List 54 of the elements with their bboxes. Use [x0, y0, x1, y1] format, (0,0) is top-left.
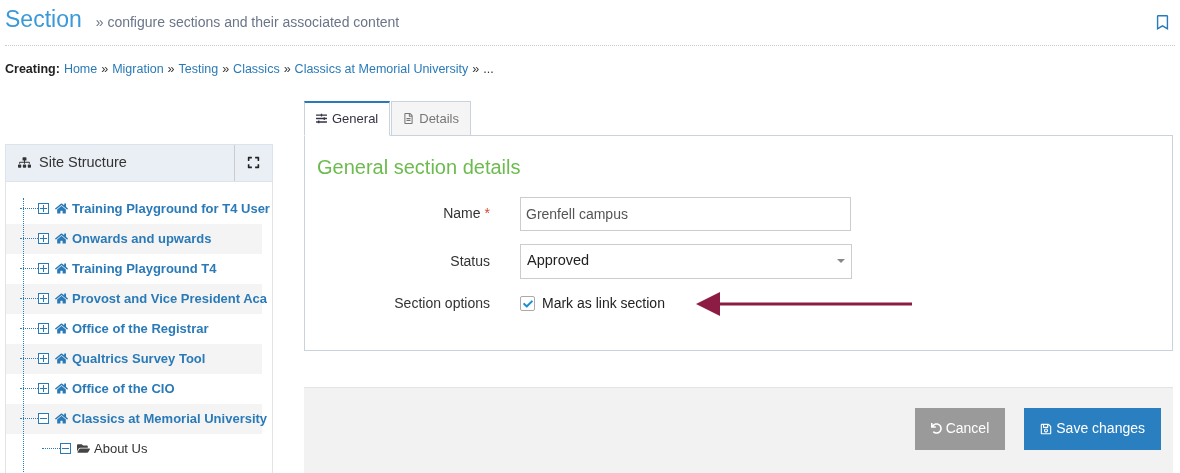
breadcrumb-link[interactable]: Migration	[112, 60, 164, 79]
home-icon	[55, 262, 68, 276]
undo-icon	[930, 423, 942, 435]
checkbox-label[interactable]: Mark as link section	[542, 293, 665, 315]
cancel-button[interactable]: Cancel	[914, 407, 1006, 450]
tab[interactable]: General	[304, 100, 391, 136]
bookmark-icon[interactable]	[1155, 15, 1170, 30]
section-heading: General section details	[317, 154, 522, 180]
page-subtitle: » configure sections and their associated content	[95, 12, 400, 32]
collapse-icon[interactable]	[38, 413, 49, 425]
breadcrumb-link[interactable]: Classics at Memorial University	[294, 60, 469, 79]
sliders-icon	[316, 113, 327, 125]
breadcrumb-separator: »	[167, 61, 175, 78]
breadcrumb-link[interactable]: Classics	[233, 60, 280, 79]
home-icon	[55, 412, 68, 426]
home-icon	[55, 292, 68, 306]
home-icon	[55, 382, 68, 396]
field-label: Name	[443, 205, 481, 222]
save-button[interactable]: Save changes	[1024, 407, 1161, 450]
tree-item[interactable]: Training Playground for T4 User	[72, 199, 270, 219]
home-icon	[55, 322, 68, 336]
breadcrumb-link[interactable]: Home	[63, 60, 98, 79]
breadcrumb-separator: »	[283, 61, 291, 78]
tree-item[interactable]: Office of the CIO	[72, 379, 175, 399]
sitemap-icon	[18, 156, 31, 170]
tree-item[interactable]: Provost and Vice President Aca	[72, 289, 268, 309]
breadcrumb-separator: »	[101, 61, 109, 78]
tab[interactable]: Details	[391, 100, 471, 136]
collapse-icon[interactable]	[60, 443, 71, 455]
text-field[interactable]: Grenfell campus	[520, 196, 851, 231]
field-label: Status	[450, 252, 490, 269]
panel-title: Site Structure	[39, 152, 127, 172]
status-dropdown[interactable]: Approved	[520, 243, 852, 279]
home-icon	[55, 232, 68, 246]
home-icon	[55, 202, 68, 216]
expand-icon[interactable]	[247, 156, 260, 170]
tree-item[interactable]: Office of the Registrar	[72, 319, 209, 339]
save-icon	[1040, 422, 1053, 435]
home-icon	[55, 352, 68, 366]
breadcrumb-separator: »	[472, 61, 480, 78]
breadcrumb-separator: »	[222, 61, 230, 78]
breadcrumb-link[interactable]: Testing	[178, 60, 219, 79]
page-title: Section	[5, 4, 82, 34]
caret-icon	[837, 259, 845, 264]
tree-item[interactable]: Classics at Memorial University	[72, 409, 268, 429]
checkbox[interactable]	[520, 296, 535, 312]
breadcrumb-ellipsis: ...	[483, 61, 494, 78]
required-asterisk: *	[484, 205, 490, 222]
document-icon	[403, 112, 415, 124]
tree-item[interactable]: Training Playground T4	[72, 259, 217, 279]
tree-item[interactable]: About Us	[94, 439, 148, 459]
field-label: Section options	[394, 295, 490, 312]
breadcrumb-label: Creating:	[5, 61, 60, 78]
folder-icon	[77, 442, 90, 456]
